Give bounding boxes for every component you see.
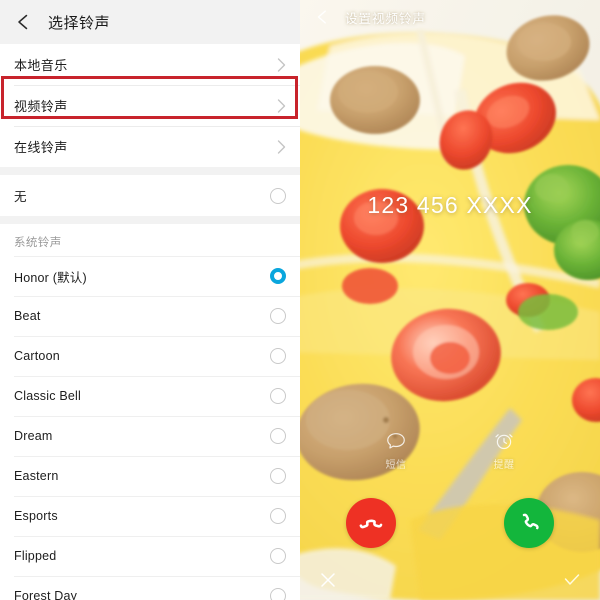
source-nav-group: 本地音乐 视频铃声 在线铃声 (0, 44, 300, 167)
caller-number: 123 456 XXXX (367, 192, 533, 218)
radio-button[interactable] (270, 348, 286, 364)
ringtone-row-none[interactable]: 无 (0, 175, 300, 216)
page-title: 选择铃声 (48, 14, 111, 32)
ringtone-label: Classic Bell (14, 389, 81, 403)
call-buttons (300, 498, 600, 548)
ringtone-row[interactable]: Eastern (0, 456, 300, 496)
ringtone-row[interactable]: Esports (0, 496, 300, 536)
ringtone-label: 无 (14, 190, 27, 204)
chevron-right-icon (277, 139, 286, 154)
nav-item-video-ringtone[interactable]: 视频铃声 (0, 85, 300, 126)
left-header: 选择铃声 (0, 0, 300, 44)
decline-call-button[interactable] (346, 498, 396, 548)
ringtone-row[interactable]: Dream (0, 416, 300, 456)
right-header: 设置视频铃声 (300, 0, 600, 34)
nav-item-label: 视频铃声 (14, 99, 68, 114)
section-header-system-ringtones: 系统铃声 (0, 224, 300, 256)
system-ringtone-list: Honor (默认) Beat Cartoon Classic Bell Dre… (0, 256, 300, 600)
radio-button[interactable] (270, 388, 286, 404)
ringtone-label: Flipped (14, 549, 57, 563)
radio-button[interactable] (270, 187, 286, 204)
nav-item-local-music[interactable]: 本地音乐 (0, 44, 300, 85)
ringtone-label: Eastern (14, 469, 59, 483)
ringtone-row[interactable]: Honor (默认) (0, 256, 300, 296)
message-bubble-icon (385, 430, 407, 452)
back-arrow-icon[interactable] (14, 12, 34, 32)
close-x-icon[interactable] (318, 570, 338, 590)
preview-bottom-bar (300, 560, 600, 600)
nav-item-label: 在线铃声 (14, 140, 68, 155)
ringtone-row[interactable]: Forest Day (0, 576, 300, 600)
check-icon[interactable] (562, 570, 582, 590)
ringtone-picker-panel: 选择铃声 本地音乐 视频铃声 在线铃声 无 系统铃声 Honor (默认) Be… (0, 0, 300, 600)
ringtone-label: Dream (14, 429, 53, 443)
quick-actions: 短信 提醒 (300, 430, 600, 471)
video-ringtone-preview-panel: 设置视频铃声 123 456 XXXX 短信 提醒 (300, 0, 600, 600)
nav-item-label: 本地音乐 (14, 58, 68, 73)
ringtone-row[interactable]: Classic Bell (0, 376, 300, 416)
ringtone-label: Honor (默认) (14, 270, 87, 285)
radio-button[interactable] (270, 508, 286, 524)
radio-button[interactable] (270, 308, 286, 324)
ringtone-label: Cartoon (14, 349, 60, 363)
ringtone-label: Esports (14, 509, 58, 523)
phone-hangup-icon (357, 509, 385, 537)
quick-action-label: 提醒 (493, 460, 515, 471)
section-divider (0, 216, 300, 224)
radio-button-selected[interactable] (270, 268, 286, 284)
phone-answer-icon (516, 510, 542, 536)
radio-button[interactable] (270, 428, 286, 444)
chevron-right-icon (277, 57, 286, 72)
quick-action-sms[interactable]: 短信 (385, 430, 407, 471)
chevron-right-icon (277, 98, 286, 113)
accept-call-button[interactable] (504, 498, 554, 548)
alarm-clock-icon (493, 430, 515, 452)
radio-button[interactable] (270, 468, 286, 484)
radio-button[interactable] (270, 548, 286, 564)
preview-title: 设置视频铃声 (345, 11, 427, 26)
radio-button[interactable] (270, 588, 286, 600)
ringtone-row[interactable]: Cartoon (0, 336, 300, 376)
back-arrow-icon[interactable] (314, 8, 332, 26)
ringtone-row[interactable]: Flipped (0, 536, 300, 576)
quick-action-reminder[interactable]: 提醒 (493, 430, 515, 471)
ringtone-label: Forest Day (14, 589, 78, 600)
ringtone-row[interactable]: Beat (0, 296, 300, 336)
nav-item-online-ringtone[interactable]: 在线铃声 (0, 126, 300, 167)
ringtone-label: Beat (14, 309, 41, 323)
phone-screenshot: 选择铃声 本地音乐 视频铃声 在线铃声 无 系统铃声 Honor (默认) Be… (0, 0, 600, 600)
section-divider (0, 167, 300, 175)
quick-action-label: 短信 (385, 460, 407, 471)
